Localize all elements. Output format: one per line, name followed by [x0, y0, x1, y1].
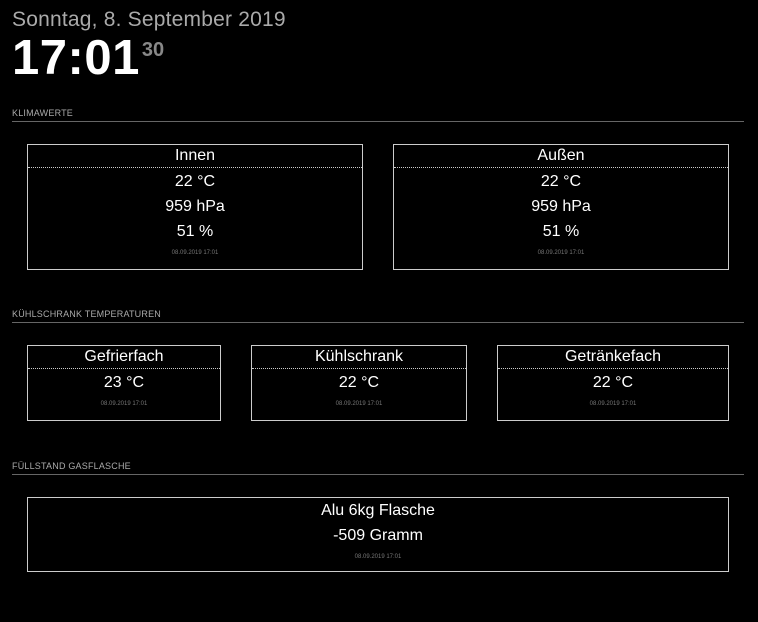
card-title: Außen: [394, 145, 728, 168]
pressure-value: 959 hPa: [531, 198, 591, 215]
card-gefrierfach: Gefrierfach 23 °C 08.09.2019 17:01: [27, 345, 221, 421]
section-header-gasflasche: FÜLLSTAND GASFLASCHE: [12, 461, 744, 475]
temperature-value: 23 °C: [103, 374, 145, 391]
magic-mirror-dashboard: Sonntag, 8. September 2019 17:01 30 KLIMA…: [0, 0, 758, 622]
card-title: Kühlschrank: [252, 346, 466, 369]
card-title: Innen: [28, 145, 362, 168]
timestamp: 08.09.2019 17:01: [354, 554, 402, 560]
date-display: Sonntag, 8. September 2019: [12, 8, 286, 31]
timestamp: 08.09.2019 17:01: [171, 250, 219, 256]
timestamp: 08.09.2019 17:01: [335, 401, 383, 407]
card-gasflasche: Alu 6kg Flasche -509 Gramm 08.09.2019 17…: [27, 497, 729, 572]
temperature-value: 22 °C: [338, 374, 380, 391]
card-innen: Innen 22 °C 959 hPa 51 % 08.09.2019 17:0…: [27, 144, 363, 270]
card-title: Getränkefach: [498, 346, 728, 369]
card-aussen: Außen 22 °C 959 hPa 51 % 08.09.2019 17:0…: [393, 144, 729, 270]
humidity-value: 51 %: [542, 223, 580, 240]
card-title: Gefrierfach: [28, 346, 220, 369]
clock-time: 17:01: [12, 31, 140, 85]
card-title: Alu 6kg Flasche: [321, 502, 435, 519]
section-header-kuehlschrank: KÜHLSCHRANK TEMPERATUREN: [12, 309, 744, 323]
temperature-value: 22 °C: [540, 173, 582, 190]
pressure-value: 959 hPa: [165, 198, 225, 215]
clock-display: 17:01 30: [12, 34, 164, 83]
card-getraenkefach: Getränkefach 22 °C 08.09.2019 17:01: [497, 345, 729, 421]
timestamp: 08.09.2019 17:01: [100, 401, 148, 407]
timestamp: 08.09.2019 17:01: [537, 250, 585, 256]
humidity-value: 51 %: [176, 223, 214, 240]
temperature-value: 22 °C: [592, 374, 634, 391]
weight-value: -509 Gramm: [333, 527, 423, 544]
temperature-value: 22 °C: [174, 173, 216, 190]
timestamp: 08.09.2019 17:01: [589, 401, 637, 407]
clock-seconds: 30: [141, 39, 165, 61]
section-header-klimawerte: KLIMAWERTE: [12, 108, 744, 122]
card-kuehlschrank: Kühlschrank 22 °C 08.09.2019 17:01: [251, 345, 467, 421]
